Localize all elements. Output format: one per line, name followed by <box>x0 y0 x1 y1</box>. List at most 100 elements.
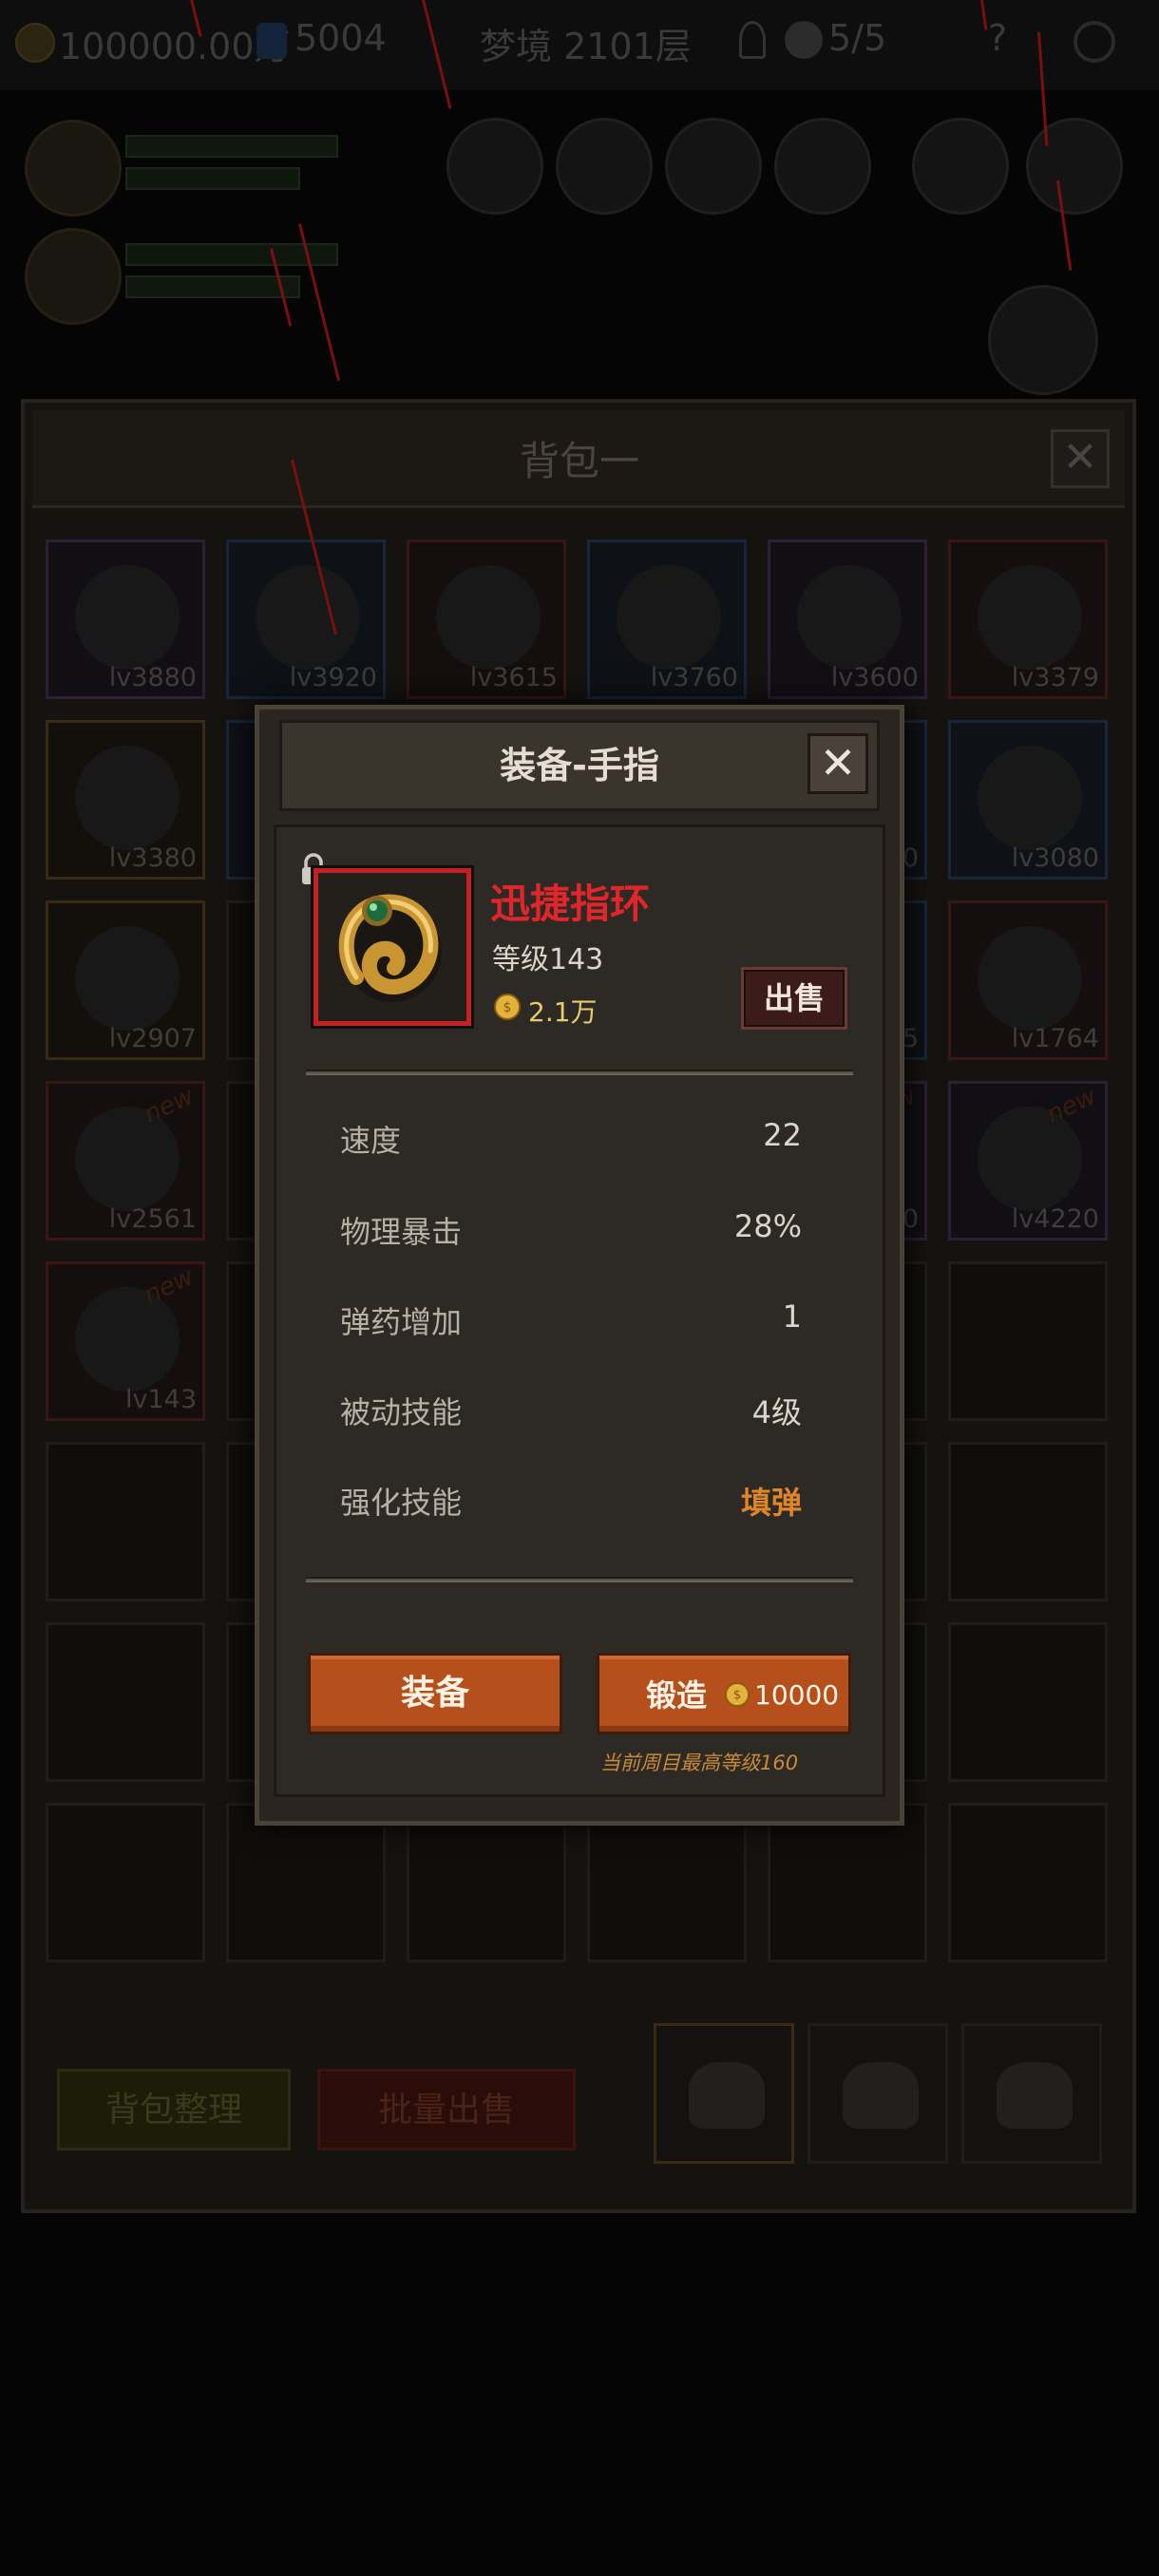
stat-value: 28% <box>733 1208 802 1244</box>
bag-tab-3[interactable] <box>961 2023 1102 2164</box>
slot-level: lv143 <box>124 1385 197 1414</box>
inventory-slot[interactable]: new lv4220 <box>948 1081 1108 1241</box>
slot-level: lv3380 <box>108 843 197 873</box>
gold-coin-icon: $ <box>725 1682 750 1707</box>
slot-level: lv3615 <box>469 663 558 692</box>
hero-exp-bar <box>125 275 300 298</box>
inventory-slot[interactable] <box>46 1622 205 1782</box>
bag-tab-2[interactable] <box>808 2023 948 2164</box>
inventory-slot[interactable]: lv3920 <box>226 540 386 699</box>
item-level: 等级143 <box>492 943 604 976</box>
inventory-slot[interactable]: lv3880 <box>46 540 205 699</box>
skill-slot[interactable] <box>912 118 1009 215</box>
inventory-slot[interactable] <box>948 1622 1108 1782</box>
slot-level: lv2561 <box>108 1204 197 1234</box>
stat-value: 22 <box>763 1117 802 1153</box>
item-name: 迅捷指环 <box>490 881 651 927</box>
hero-health-bar <box>125 135 338 158</box>
inventory-slot[interactable]: lv2907 <box>46 900 205 1060</box>
slot-level: lv4220 <box>1011 1204 1099 1234</box>
slot-level: lv3920 <box>289 663 377 692</box>
forge-button-label: 锻造 <box>646 1677 708 1714</box>
inventory-slot[interactable] <box>768 1803 927 1962</box>
item-icon <box>75 565 180 670</box>
slot-level: lv3080 <box>1011 843 1099 873</box>
inventory-slot[interactable]: lv3380 <box>46 720 205 880</box>
stat-label: 速度 <box>340 1123 402 1159</box>
ring-icon <box>338 894 442 1002</box>
sort-bag-button[interactable]: 背包整理 <box>57 2069 291 2150</box>
item-icon <box>75 746 180 850</box>
skull-icon <box>785 21 823 59</box>
stat-label: 强化技能 <box>340 1485 463 1521</box>
divider <box>306 1070 853 1075</box>
stat-value: 4级 <box>751 1394 802 1430</box>
hero-portrait[interactable] <box>25 228 122 325</box>
bulk-sell-button[interactable]: 批量出售 <box>317 2069 576 2150</box>
inventory-slot[interactable] <box>948 1803 1108 1962</box>
item-price: 2.1万 <box>528 996 598 1028</box>
inventory-slot[interactable]: lv3615 <box>407 540 566 699</box>
help-icon[interactable]: ? <box>988 17 1007 59</box>
backpack-icon <box>843 2062 919 2129</box>
hero-portrait[interactable] <box>25 120 122 217</box>
inventory-slot[interactable]: lv3080 <box>948 720 1108 880</box>
inventory-slot[interactable]: new lv143 <box>46 1261 205 1421</box>
skill-slot[interactable] <box>774 118 871 215</box>
slot-level: lv2907 <box>108 1024 197 1053</box>
skill-slot[interactable] <box>665 118 762 215</box>
skill-slot[interactable] <box>556 118 653 215</box>
item-icon <box>436 565 541 670</box>
equip-button[interactable]: 装备 <box>308 1653 562 1734</box>
item-icon <box>978 746 1082 850</box>
bag-close-button[interactable]: ✕ <box>1051 429 1110 488</box>
gold-coin-icon: $ <box>494 994 521 1020</box>
slot-level: lv3760 <box>650 663 738 692</box>
hero-exp-bar <box>125 167 300 190</box>
slot-level: lv3600 <box>830 663 919 692</box>
inventory-slot[interactable]: lv3760 <box>587 540 747 699</box>
slot-level: lv1764 <box>1011 1024 1099 1053</box>
svg-text:$: $ <box>504 1000 512 1015</box>
inventory-slot[interactable] <box>587 1803 747 1962</box>
key-icon <box>739 21 766 59</box>
slot-level: lv3379 <box>1011 663 1099 692</box>
inventory-slot[interactable] <box>948 1261 1108 1421</box>
item-icon-frame[interactable] <box>314 868 471 1026</box>
new-badge: new <box>140 1082 199 1129</box>
item-icon <box>978 565 1082 670</box>
inventory-slot[interactable] <box>948 1442 1108 1601</box>
gem-amount: 5004 <box>294 17 387 59</box>
pet-portrait[interactable] <box>988 285 1098 395</box>
item-icon <box>256 565 360 670</box>
stat-label: 弹药增加 <box>340 1304 463 1340</box>
item-icon <box>75 926 180 1031</box>
sell-button[interactable]: 出售 <box>741 967 847 1030</box>
inventory-slot[interactable] <box>407 1803 566 1962</box>
backpack-icon <box>997 2062 1073 2129</box>
skill-slot[interactable] <box>446 118 543 215</box>
slot-level: lv3880 <box>108 663 197 692</box>
inventory-slot[interactable]: lv3600 <box>768 540 927 699</box>
svg-text:$: $ <box>733 1689 741 1703</box>
stat-value: 填弹 <box>740 1485 802 1521</box>
dialog-close-button[interactable]: ✕ <box>808 733 868 794</box>
stat-label: 被动技能 <box>340 1394 463 1430</box>
skill-slot[interactable] <box>1026 118 1123 215</box>
stage-label: 梦境 2101层 <box>480 26 692 67</box>
dialog-title: 装备-手指 <box>500 745 659 786</box>
bag-tab-1[interactable] <box>654 2023 794 2164</box>
forge-cost: 10000 <box>754 1679 840 1711</box>
settings-gear-icon[interactable] <box>1074 21 1115 63</box>
stat-label: 物理暴击 <box>340 1214 463 1250</box>
max-level-note: 当前周目最高等级160 <box>600 1752 799 1774</box>
inventory-slot[interactable] <box>46 1803 205 1962</box>
item-icon <box>978 926 1082 1031</box>
inventory-slot[interactable]: lv3379 <box>948 540 1108 699</box>
inventory-slot[interactable]: lv1764 <box>948 900 1108 1060</box>
bag-title: 背包一 <box>519 438 639 484</box>
divider <box>306 1577 853 1582</box>
inventory-slot[interactable]: new lv2561 <box>46 1081 205 1241</box>
inventory-slot[interactable] <box>226 1803 386 1962</box>
inventory-slot[interactable] <box>46 1442 205 1601</box>
